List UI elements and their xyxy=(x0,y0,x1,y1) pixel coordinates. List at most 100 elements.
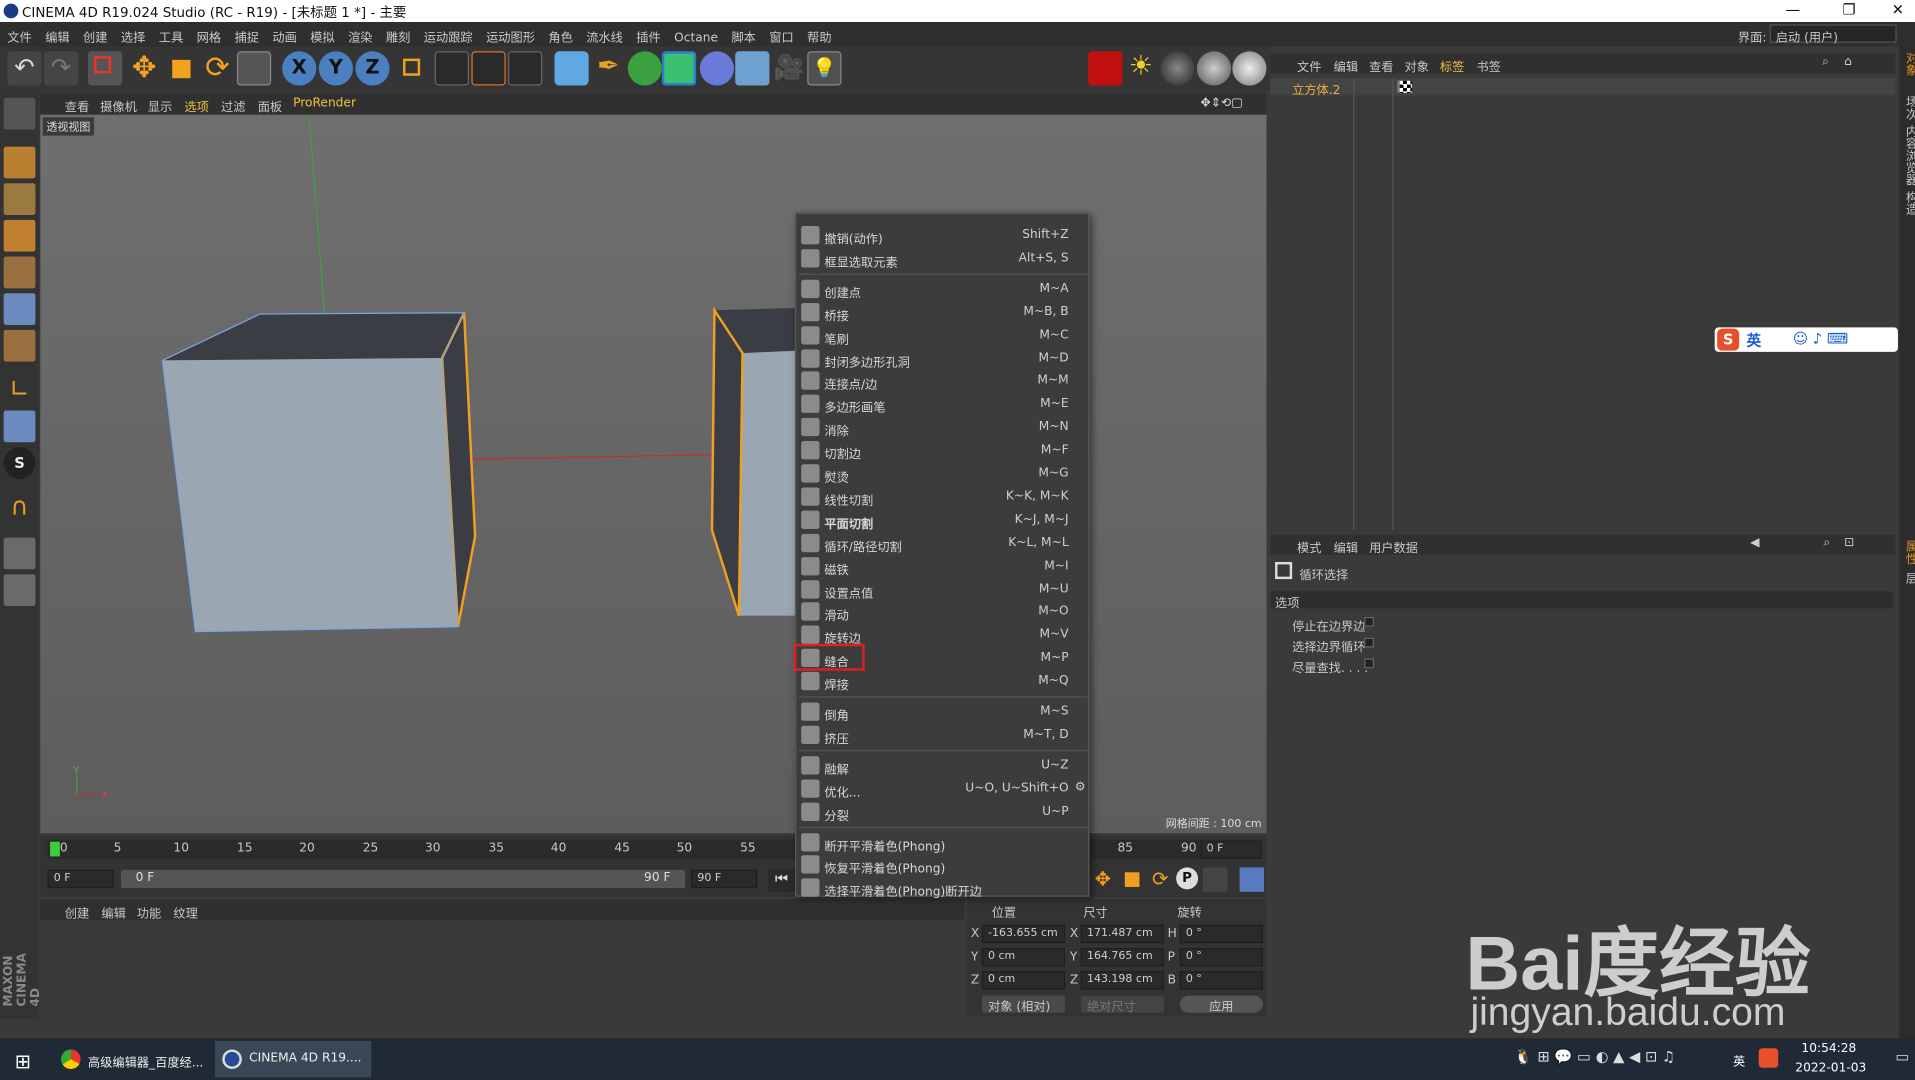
menu-simulate[interactable]: 模拟 xyxy=(303,22,341,45)
size-y-field[interactable]: 164.765 cm xyxy=(1080,948,1164,967)
coordinate-system-icon[interactable] xyxy=(393,51,427,85)
playhead[interactable] xyxy=(50,841,60,857)
texture-mode-icon[interactable] xyxy=(3,183,36,216)
context-menu-item[interactable]: 分裂 U~P xyxy=(798,801,1089,823)
lock-x-axis-button[interactable]: X xyxy=(282,51,317,86)
floor-scene-icon[interactable] xyxy=(735,51,770,86)
menu-animate[interactable]: 动画 xyxy=(265,22,303,45)
recent-tools-icon[interactable] xyxy=(236,51,272,86)
am-menu-user-data[interactable]: 用户数据 xyxy=(1369,538,1418,555)
viewport-menu-display[interactable]: 显示 xyxy=(148,97,172,114)
rotation-p-field[interactable]: 0 ° xyxy=(1179,948,1263,967)
go-to-start-icon[interactable]: ⏮ xyxy=(768,869,796,892)
end-frame-field[interactable]: 90 F xyxy=(691,869,758,889)
octane-live-viewer-icon[interactable] xyxy=(1088,51,1123,86)
record-rotate-icon[interactable]: ⟳ xyxy=(1148,867,1172,891)
am-search-icon[interactable]: ⌕ xyxy=(1823,536,1830,549)
material-menu-function[interactable]: 功能 xyxy=(137,903,161,921)
mograph-cloner-icon[interactable] xyxy=(661,51,697,86)
size-x-field[interactable]: 171.487 cm xyxy=(1080,924,1164,944)
windows-start-icon[interactable]: ⊞ xyxy=(15,1049,31,1072)
axis-mode-icon[interactable]: ∟ xyxy=(4,374,36,406)
tray-sogou-icon[interactable] xyxy=(1758,1048,1779,1068)
octane-material-icon[interactable] xyxy=(1160,51,1195,86)
octane-glossy-icon[interactable] xyxy=(1196,51,1232,86)
menu-pipeline[interactable]: 流水线 xyxy=(579,22,629,45)
context-menu-item[interactable]: 磁铁 M~I xyxy=(798,555,1089,577)
record-pla-icon[interactable] xyxy=(1202,867,1228,892)
om-menu-bookmarks[interactable]: 书签 xyxy=(1477,56,1501,74)
ime-tools-icon[interactable]: ☺ ♪ ⌨ xyxy=(1793,330,1848,347)
context-menu-item[interactable]: 连接点/边 M~M xyxy=(798,371,1089,393)
context-menu-item[interactable]: 恢复平滑着色(Phong) xyxy=(798,854,1089,876)
viewport-menu-options[interactable]: 选项 xyxy=(184,97,208,114)
current-frame-field[interactable]: 0 F xyxy=(1200,840,1262,859)
subdivision-surface-icon[interactable] xyxy=(627,51,662,86)
om-menu-object[interactable]: 对象 xyxy=(1404,56,1428,74)
lock-workplane-icon[interactable] xyxy=(3,537,36,570)
am-lock-icon[interactable]: ⊡ xyxy=(1844,536,1854,549)
make-editable-icon[interactable] xyxy=(3,97,36,130)
deformer-icon[interactable] xyxy=(699,51,735,86)
om-menu-tags[interactable]: 标签 xyxy=(1440,56,1464,74)
material-menu-create[interactable]: 创建 xyxy=(65,903,89,921)
menu-file[interactable]: 文件 xyxy=(0,22,38,45)
context-menu-item[interactable]: 缝合 M~P xyxy=(793,644,1089,671)
pen-spline-icon[interactable]: ✒ xyxy=(591,51,625,85)
menu-help[interactable]: 帮助 xyxy=(800,22,838,45)
apply-button[interactable]: 应用 xyxy=(1179,995,1263,1014)
live-selection-icon[interactable] xyxy=(87,51,123,86)
tweak-mode-icon[interactable] xyxy=(3,410,36,443)
om-menu-edit[interactable]: 编辑 xyxy=(1334,56,1358,74)
layout-dropdown[interactable]: 启动 (用户) xyxy=(1769,24,1897,45)
menu-mograph[interactable]: 运动图形 xyxy=(479,22,541,45)
settings-gear-icon[interactable]: ⚙ xyxy=(1075,780,1086,793)
workplane-mode-icon[interactable] xyxy=(3,219,36,252)
octane-specular-icon[interactable] xyxy=(1232,51,1267,86)
om-home-icon[interactable]: ⌂ xyxy=(1844,55,1852,68)
viewport-nav-icons[interactable]: ✥⇕⟲▢ xyxy=(1201,97,1243,110)
context-menu-item[interactable]: 优化... U~O, U~Shift+O ⚙ xyxy=(798,778,1089,800)
om-search-icon[interactable]: ⌕ xyxy=(1822,55,1829,68)
clock-time[interactable]: 10:54:28 xyxy=(1801,1042,1856,1055)
context-menu-item[interactable]: 框显选取元素 Alt+S, S xyxy=(798,248,1089,270)
rotate-tool-icon[interactable]: ⟳ xyxy=(200,51,234,85)
options-section[interactable]: 选项 xyxy=(1270,591,1894,611)
restore-button[interactable]: ❐ xyxy=(1837,1,1861,18)
position-y-field[interactable]: 0 cm xyxy=(981,948,1065,967)
context-menu-item[interactable]: 断开平滑着色(Phong) xyxy=(798,831,1089,853)
context-menu-item[interactable]: 切割边 M~F xyxy=(798,440,1089,462)
am-menu-mode[interactable]: 模式 xyxy=(1297,538,1321,555)
undo-icon[interactable]: ↶ xyxy=(7,51,42,86)
move-tool-icon[interactable]: ✥ xyxy=(127,51,161,85)
menu-snap[interactable]: 捕捉 xyxy=(227,22,265,45)
close-button[interactable]: ✕ xyxy=(1886,1,1910,18)
render-view-icon[interactable] xyxy=(434,51,469,86)
back-arrow-icon[interactable]: ◀ xyxy=(1750,536,1759,549)
context-menu-item[interactable]: 熨烫 M~G xyxy=(798,463,1089,485)
context-menu-item[interactable]: 循环/路径切割 K~L, M~L xyxy=(798,532,1089,554)
octane-daylight-icon[interactable]: ☀ xyxy=(1124,51,1158,85)
position-z-field[interactable]: 0 cm xyxy=(981,971,1065,990)
viewport-menu-prorender[interactable]: ProRender xyxy=(293,97,356,110)
menu-select[interactable]: 选择 xyxy=(114,22,152,45)
menu-motion-tracker[interactable]: 运动跟踪 xyxy=(416,22,478,45)
menu-plugins[interactable]: 插件 xyxy=(629,22,667,45)
side-tab-takes[interactable]: 场次 xyxy=(1900,95,1915,119)
record-parameter-icon[interactable]: P xyxy=(1176,867,1199,890)
context-menu-item[interactable]: 桥接 M~B, B xyxy=(798,301,1089,323)
context-menu-item[interactable]: 撤销(动作) Shift+Z xyxy=(798,225,1089,247)
object-name-label[interactable]: 立方体.2 xyxy=(1292,79,1340,97)
context-menu-item[interactable]: 笔刷 M~C xyxy=(798,324,1089,346)
timeline-window-icon[interactable] xyxy=(1239,867,1265,892)
context-menu-item[interactable]: 封闭多边形孔洞 M~D xyxy=(798,348,1089,370)
record-scale-icon[interactable] xyxy=(1120,867,1144,891)
option-greedy-search-checkbox[interactable] xyxy=(1364,658,1374,669)
rotation-b-field[interactable]: 0 ° xyxy=(1179,971,1263,990)
menu-octane[interactable]: Octane xyxy=(667,27,724,45)
menu-sculpt[interactable]: 雕刻 xyxy=(379,22,417,45)
context-menu-item[interactable]: 选择平滑着色(Phong)断开边 xyxy=(798,878,1089,900)
menu-render[interactable]: 渲染 xyxy=(341,22,379,45)
ime-language-label[interactable]: 英 xyxy=(1746,330,1761,351)
redo-icon[interactable]: ↷ xyxy=(43,51,79,86)
